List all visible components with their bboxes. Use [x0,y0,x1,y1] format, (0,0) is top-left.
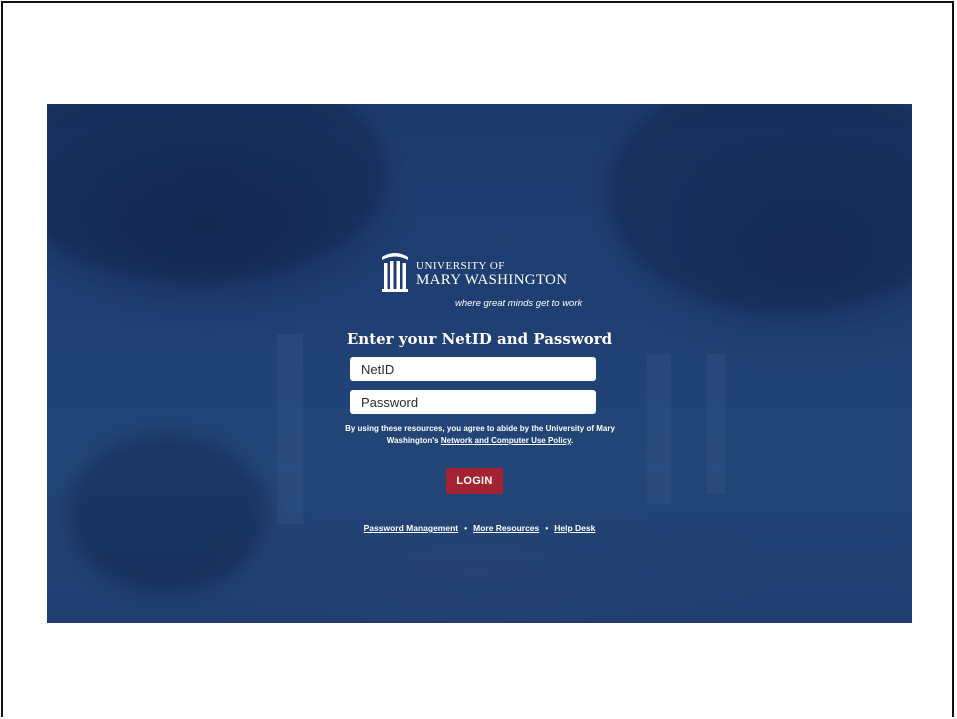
password-management-link[interactable]: Password Management [364,523,458,533]
footer-links: Password Management • More Resources • Help … [47,523,912,533]
background-tree [47,104,387,284]
help-desk-link[interactable]: Help Desk [554,523,595,533]
policy-notice: By using these resources, you agree to a… [330,423,630,447]
netid-input[interactable] [350,357,596,381]
login-screen: UNIVERSITY OF MARY WASHINGTON where grea… [47,104,912,623]
login-button[interactable]: LOGIN [446,468,503,494]
password-input[interactable] [350,390,596,414]
logo-tagline: where great minds get to work [455,298,583,309]
university-logo: UNIVERSITY OF MARY WASHINGTON where grea… [380,248,600,312]
logo-line-1: UNIVERSITY OF [416,260,505,272]
footer-separator: • [545,523,549,533]
policy-link[interactable]: Network and Computer Use Policy [441,436,571,445]
policy-notice-end: . [570,436,574,445]
background-tree [607,104,912,314]
login-heading: Enter your NetID and Password [346,330,613,348]
more-resources-link[interactable]: More Resources [473,523,539,533]
background-column [277,334,303,524]
footer-separator: • [464,523,468,533]
columns-icon [382,253,408,292]
logo-line-2: MARY WASHINGTON [416,272,568,288]
background-tree [67,434,267,594]
background-column [647,354,671,504]
background-column [707,354,725,494]
